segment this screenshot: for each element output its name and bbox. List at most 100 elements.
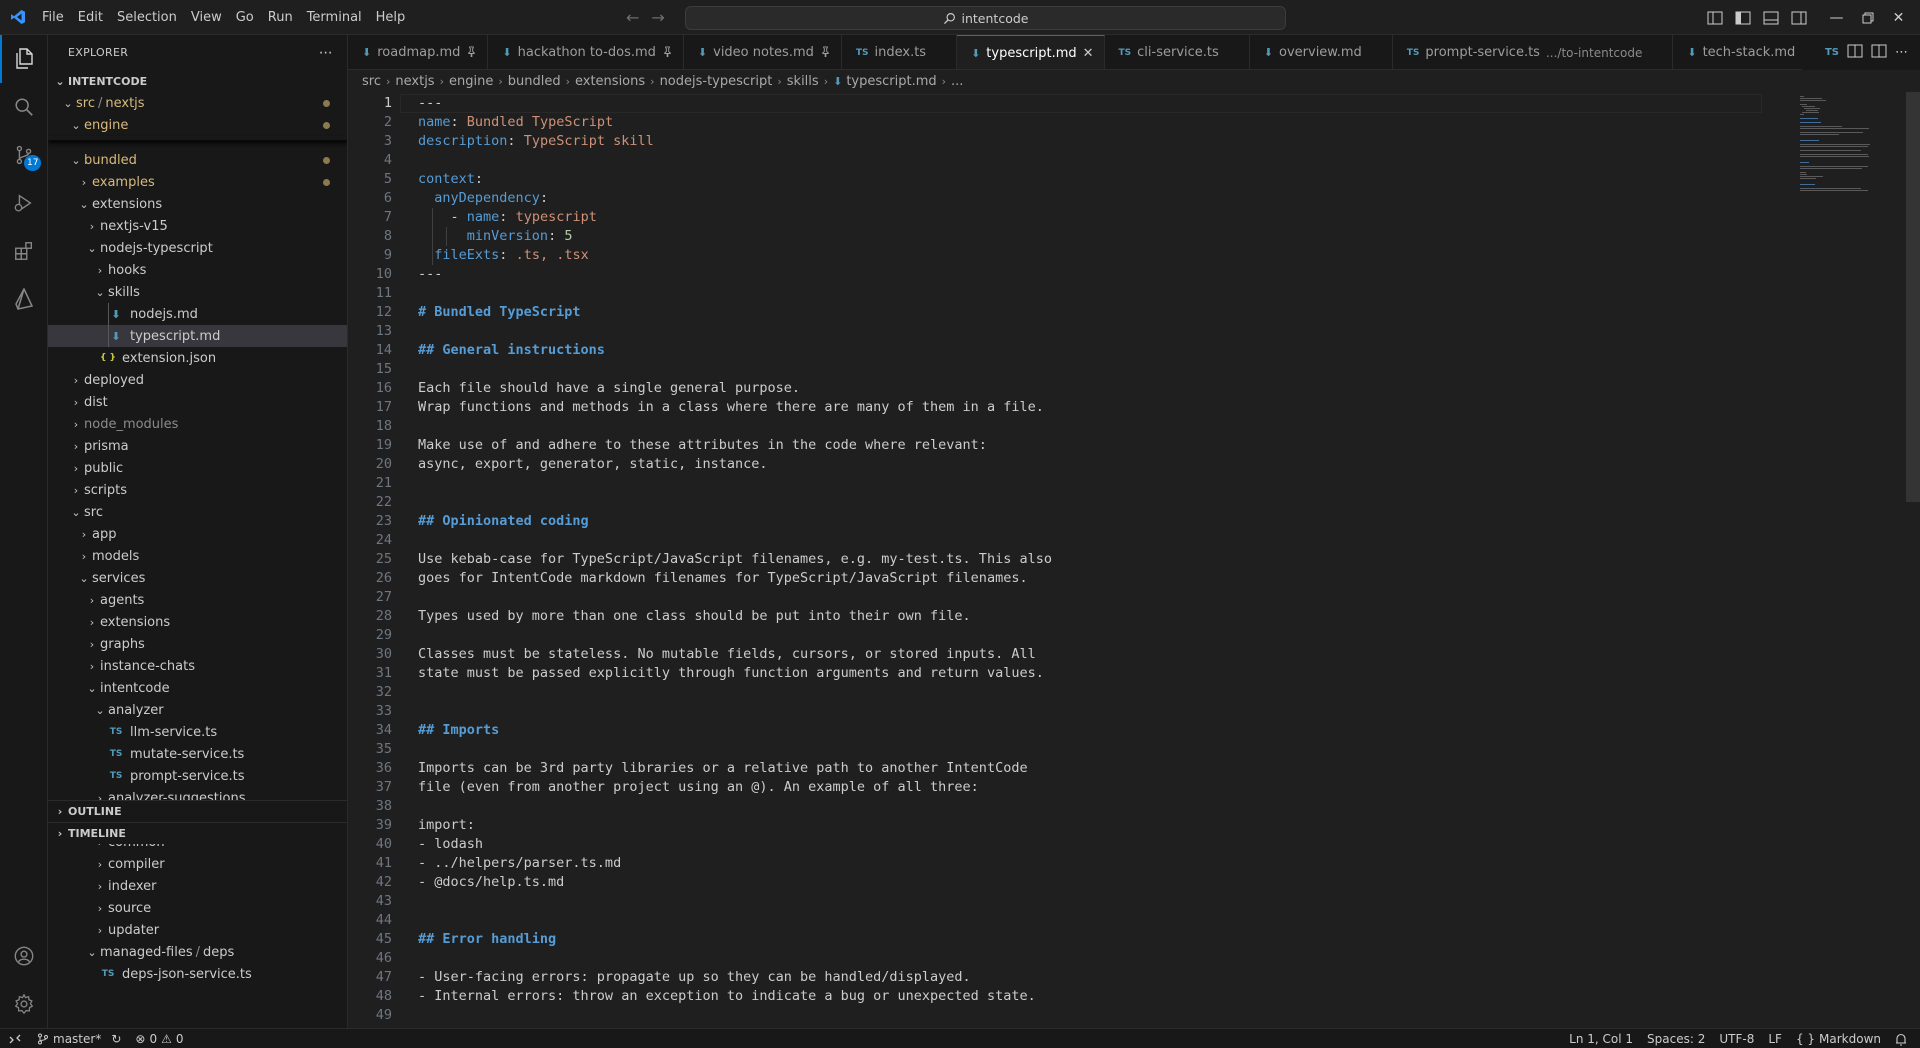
editor-tab[interactable]: TS prompt-service.ts .../to-intentcode — [1393, 35, 1674, 69]
notifications-bell-icon[interactable] — [1888, 1029, 1914, 1048]
editor-tab[interactable]: ⬇ roadmap.md — [348, 35, 489, 69]
tree-folder-managed-files-deps[interactable]: ⌄ managed-files / deps — [48, 941, 347, 963]
breadcrumb-item[interactable]: skills — [787, 74, 819, 89]
breadcrumb-item[interactable]: nodejs-typescript — [660, 74, 773, 89]
search-icon[interactable] — [0, 83, 48, 131]
back-arrow-icon[interactable]: ← — [626, 8, 639, 27]
tree-folder[interactable]: › app — [48, 523, 347, 545]
tree-folder[interactable]: › examples — [48, 171, 347, 193]
minimap[interactable] — [1788, 92, 1908, 1028]
tree-folder[interactable]: ⌄ services — [48, 567, 347, 589]
menu-terminal[interactable]: Terminal — [300, 0, 369, 35]
breadcrumb-item[interactable]: engine — [449, 74, 493, 89]
editor-scrollbar[interactable] — [1906, 92, 1920, 502]
tree-file[interactable]: { } extension.json — [48, 347, 347, 369]
tree-folder[interactable]: › source — [48, 897, 347, 919]
explorer-icon[interactable] — [0, 35, 48, 83]
tree-file[interactable]: TS mutate-service.ts — [48, 743, 347, 765]
tree-folder[interactable]: › hooks — [48, 259, 347, 281]
cursor-position[interactable]: Ln 1, Col 1 — [1562, 1029, 1640, 1048]
source-control-icon[interactable]: 17 — [0, 131, 48, 179]
encoding-status[interactable]: UTF-8 — [1712, 1029, 1761, 1048]
tree-folder[interactable]: ⌄ skills — [48, 281, 347, 303]
tree-folder[interactable]: › dist — [48, 391, 347, 413]
minimize-icon[interactable]: — — [1821, 0, 1852, 35]
tree-folder[interactable]: › nextjs-v15 — [48, 215, 347, 237]
menu-selection[interactable]: Selection — [110, 0, 184, 35]
settings-gear-icon[interactable] — [0, 980, 48, 1028]
tree-folder[interactable]: › deployed — [48, 369, 347, 391]
menu-edit[interactable]: Edit — [71, 0, 110, 35]
menu-run[interactable]: Run — [261, 0, 300, 35]
tree-folder[interactable]: › node_modules — [48, 413, 347, 435]
tree-file[interactable]: TS deps-json-service.ts — [48, 963, 347, 985]
close-tab-icon[interactable]: ✕ — [1083, 46, 1094, 61]
toggle-primary-sidebar-icon[interactable] — [1729, 0, 1757, 35]
command-center-search[interactable]: intentcode — [685, 6, 1286, 30]
tree-folder-src-nextjs[interactable]: ⌄ src / nextjs — [48, 92, 347, 114]
sync-icon[interactable]: ↻ — [111, 1032, 121, 1046]
toggle-panel-icon[interactable] — [1757, 0, 1785, 35]
tree-folder[interactable]: › public — [48, 457, 347, 479]
remote-indicator-icon[interactable] — [0, 1029, 30, 1048]
tree-file[interactable]: ⬇ typescript.md — [48, 325, 347, 347]
tree-folder[interactable]: › graphs — [48, 633, 347, 655]
tree-folder-engine[interactable]: ⌄ engine — [48, 114, 347, 136]
tree-folder[interactable]: › extensions — [48, 611, 347, 633]
tree-folder[interactable]: › models — [48, 545, 347, 567]
breadcrumb-item[interactable]: ... — [951, 74, 963, 89]
breadcrumb-item[interactable]: src — [362, 74, 381, 89]
toggle-secondary-sidebar-icon[interactable] — [1785, 0, 1813, 35]
breadcrumb-item[interactable]: extensions — [575, 74, 645, 89]
editor-tab[interactable]: ⬇ typescript.md ✕ — [957, 35, 1105, 69]
tree-folder[interactable]: ⌄ analyzer — [48, 699, 347, 721]
tree-folder[interactable]: › updater — [48, 919, 347, 941]
menu-help[interactable]: Help — [369, 0, 413, 35]
tree-folder[interactable]: ⌄ intentcode — [48, 677, 347, 699]
editor-tab[interactable]: TS index.ts — [842, 35, 958, 69]
problems-status[interactable]: ⊗ 0 ⚠ 0 — [128, 1029, 190, 1048]
tree-file[interactable]: TS llm-service.ts — [48, 721, 347, 743]
tree-folder[interactable]: › agents — [48, 589, 347, 611]
tree-folder[interactable]: ⌄ bundled — [48, 149, 347, 171]
outline-section[interactable]: › OUTLINE — [48, 800, 347, 822]
breadcrumb-item[interactable]: nextjs — [395, 74, 434, 89]
menu-file[interactable]: File — [35, 0, 71, 35]
editor-tab[interactable]: ⬇ overview.md — [1250, 35, 1393, 69]
tree-file[interactable]: ⬇ nodejs.md — [48, 303, 347, 325]
editor-more-actions-icon[interactable]: ⋯ — [1895, 45, 1908, 60]
prisma-icon[interactable] — [0, 275, 48, 323]
forward-arrow-icon[interactable]: → — [651, 8, 664, 27]
eol-status[interactable]: LF — [1761, 1029, 1789, 1048]
ts-overflow-icon[interactable]: TS — [1825, 47, 1839, 58]
workspace-root[interactable]: ⌄ INTENTCODE — [48, 70, 347, 92]
tree-folder[interactable]: › compiler — [48, 853, 347, 875]
menu-go[interactable]: Go — [229, 0, 261, 35]
breadcrumb-item[interactable]: typescript.md — [846, 74, 936, 89]
close-window-icon[interactable]: ✕ — [1883, 0, 1914, 35]
editor-tab[interactable]: ⬇ hackathon to-dos.md — [488, 35, 684, 69]
language-mode[interactable]: { } Markdown — [1789, 1029, 1888, 1048]
breadcrumb-item[interactable]: bundled — [508, 74, 561, 89]
tree-folder[interactable]: ⌄ extensions — [48, 193, 347, 215]
restore-icon[interactable] — [1852, 0, 1883, 35]
run-debug-icon[interactable] — [0, 179, 48, 227]
git-branch-status[interactable]: master* ↻ — [30, 1029, 128, 1048]
tree-folder[interactable]: › scripts — [48, 479, 347, 501]
code-editor[interactable]: 1 --- 2 name: Bundled TypeScript 3 descriptio… — [348, 92, 1920, 1028]
tree-file[interactable]: TS prompt-service.ts — [48, 765, 347, 787]
pin-icon[interactable] — [820, 45, 831, 60]
tree-folder[interactable]: › instance-chats — [48, 655, 347, 677]
indentation-status[interactable]: Spaces: 2 — [1640, 1029, 1712, 1048]
pin-icon[interactable] — [662, 45, 673, 60]
extensions-icon[interactable] — [0, 227, 48, 275]
account-icon[interactable] — [0, 932, 48, 980]
customize-layout-icon[interactable] — [1701, 0, 1729, 35]
open-changes-icon[interactable] — [1847, 44, 1863, 62]
tree-folder[interactable]: ⌄ nodejs-typescript — [48, 237, 347, 259]
more-actions-icon[interactable]: ⋯ — [319, 45, 333, 61]
editor-tab[interactable]: ⬇ video notes.md — [684, 35, 842, 69]
tree-folder[interactable]: › indexer — [48, 875, 347, 897]
split-editor-icon[interactable] — [1871, 44, 1887, 62]
pin-icon[interactable] — [466, 45, 477, 60]
